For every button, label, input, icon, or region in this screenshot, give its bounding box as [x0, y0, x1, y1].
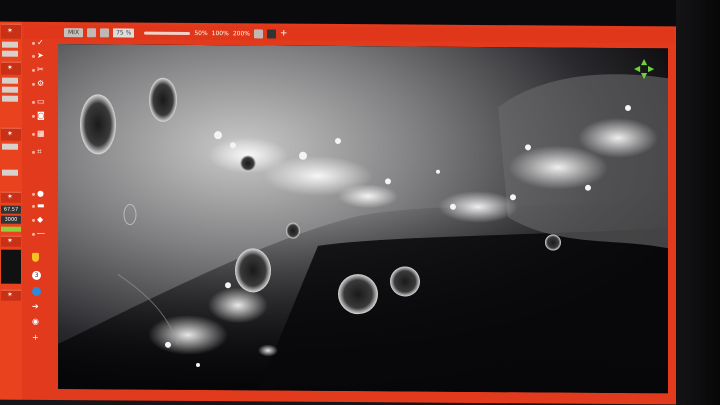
panel-section-3: ✶: [1, 127, 21, 141]
tool-line[interactable]: ―: [32, 229, 52, 239]
tool-cut[interactable]: ✂: [32, 65, 52, 75]
panel-section-2: ✶: [1, 61, 21, 75]
bullet-icon: [32, 218, 35, 222]
circle-icon: ●: [37, 188, 44, 198]
tool-pointer[interactable]: ➤: [32, 51, 52, 61]
tool-rect[interactable]: ▬: [32, 201, 52, 211]
check-icon: ✓: [37, 37, 44, 47]
bullet-icon: [32, 82, 35, 86]
panel-button[interactable]: [2, 95, 18, 102]
monitor-icon[interactable]: [87, 27, 97, 37]
tool-shield[interactable]: [32, 252, 52, 262]
tool-gear[interactable]: ⚙: [32, 79, 52, 89]
tool-crop[interactable]: ⌗: [32, 147, 52, 157]
add-button[interactable]: +: [280, 28, 288, 38]
panel-button[interactable]: [2, 41, 18, 48]
scale-option-100[interactable]: 100%: [212, 30, 229, 37]
folder-icon: ▭: [37, 96, 45, 106]
bullet-icon: [32, 68, 35, 72]
bullet-icon: [32, 192, 35, 196]
info-icon: [32, 286, 41, 296]
bullet-icon: [32, 232, 35, 236]
app-window: ✶ ✶ ✶ ✶ 67.57 3000 ✶ ✶ MIX 75 % 50% 100%…: [0, 21, 676, 405]
arrow-down-icon[interactable]: ▼: [641, 71, 647, 80]
gear-icon: ⚙: [37, 78, 45, 88]
tool-badge[interactable]: 3: [32, 270, 52, 280]
panel-button[interactable]: [2, 143, 18, 150]
tool-info[interactable]: [32, 286, 52, 296]
scale-option-200[interactable]: 200%: [233, 30, 250, 37]
arrow-left-icon[interactable]: ◀: [634, 64, 640, 73]
arrow-icon: ➔: [32, 301, 39, 311]
bullet-icon: [32, 100, 35, 104]
invert-icon[interactable]: [266, 29, 276, 39]
mix-button[interactable]: MIX: [64, 27, 84, 37]
crop-icon: ⌗: [37, 146, 42, 156]
panel-button[interactable]: [2, 50, 18, 57]
zoom-field[interactable]: 75 %: [113, 27, 135, 38]
line-icon: ―: [37, 228, 45, 238]
tool-folder[interactable]: ▭: [32, 97, 52, 107]
tool-arrow[interactable]: ➔: [32, 302, 52, 312]
image-viewport[interactable]: ▲ ◀ ▶ ▼: [58, 44, 668, 394]
grid-icon: ▦: [37, 128, 45, 138]
shield-icon: [32, 252, 39, 262]
bullet-icon: [32, 114, 35, 118]
panel-section-4: ✶: [1, 191, 21, 203]
tool-column: ✓ ➤ ✂ ⚙ ▭ ◙ ▦ ⌗ ● ▬ ◆ ― 3 ➔ ◉ +: [32, 38, 56, 358]
arrow-up-icon[interactable]: ▲: [641, 57, 647, 66]
tool-fill[interactable]: ◆: [32, 215, 52, 225]
record-icon: ◉: [32, 316, 39, 326]
badge-number: 3: [32, 270, 41, 280]
rectangle-icon: ▬: [37, 200, 45, 210]
status-bar: [1, 226, 21, 232]
bullet-icon: [32, 54, 35, 58]
tool-check[interactable]: ✓: [32, 38, 52, 48]
panel-section-6: ✶: [1, 289, 21, 301]
tool-comment[interactable]: ◙: [32, 111, 52, 121]
value-b-field[interactable]: 3000: [1, 215, 21, 224]
scale-option-50[interactable]: 50%: [194, 29, 207, 36]
pointer-icon: ➤: [37, 50, 44, 60]
bullet-icon: [32, 41, 35, 45]
star-icon: ✶: [7, 236, 13, 245]
value-a-field[interactable]: 67.57: [1, 205, 21, 214]
contrast-icon[interactable]: [253, 28, 263, 38]
star-icon: ✶: [7, 26, 13, 35]
tool-grid[interactable]: ▦: [32, 129, 52, 139]
panel-button[interactable]: [2, 86, 18, 93]
panel-button[interactable]: [2, 77, 18, 84]
bullet-icon: [32, 132, 35, 136]
plus-icon: +: [32, 332, 39, 342]
top-toolbar: MIX 75 % 50% 100% 200% +: [24, 24, 674, 44]
comment-icon: ◙: [37, 110, 45, 120]
cut-icon: ✂: [37, 64, 44, 74]
preview-thumbnail: [1, 249, 21, 284]
tool-record[interactable]: ◉: [32, 317, 52, 327]
lunar-image: [58, 44, 668, 394]
bullet-icon: [32, 150, 35, 154]
monitor-frame: ✶ ✶ ✶ ✶ 67.57 3000 ✶ ✶ MIX 75 % 50% 100%…: [0, 0, 720, 405]
bullet-icon: [32, 204, 35, 208]
panel-section-1: ✶: [1, 23, 21, 39]
star-icon: ✶: [7, 63, 13, 72]
star-icon: ✶: [7, 129, 13, 138]
panel-section-5: ✶: [1, 235, 21, 247]
zoom-slider[interactable]: [144, 31, 191, 35]
fill-icon: ◆: [37, 214, 44, 224]
left-control-panel: ✶ ✶ ✶ ✶ 67.57 3000 ✶ ✶: [0, 21, 22, 400]
tool-add[interactable]: +: [32, 333, 52, 343]
star-icon: ✶: [7, 290, 13, 299]
star-icon: ✶: [7, 192, 13, 201]
tool-circle[interactable]: ●: [32, 189, 52, 199]
camera-icon[interactable]: [100, 27, 110, 37]
panel-button[interactable]: [2, 169, 18, 176]
monitor-bezel: [676, 0, 720, 405]
navigation-compass[interactable]: ▲ ◀ ▶ ▼: [634, 57, 656, 80]
arrow-right-icon[interactable]: ▶: [648, 64, 654, 73]
